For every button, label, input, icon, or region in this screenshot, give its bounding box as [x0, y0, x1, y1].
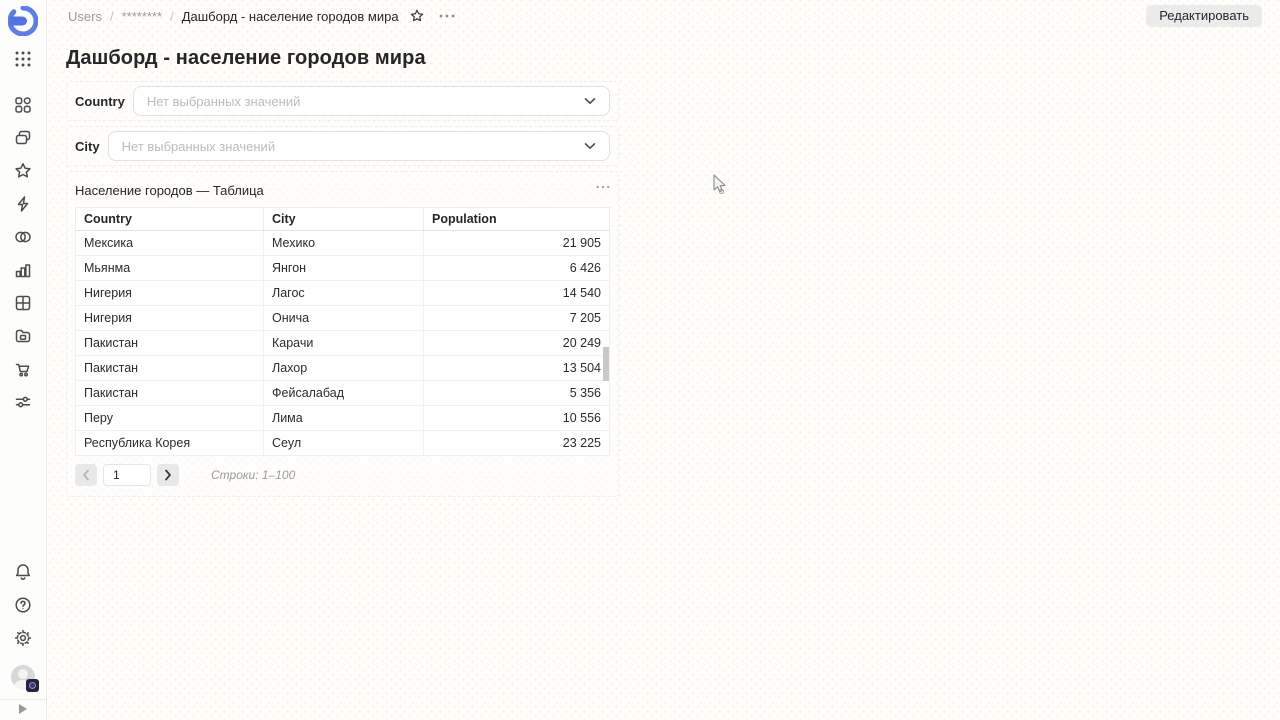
- apps-grid-icon[interactable]: [13, 49, 33, 69]
- table-row: МьянмаЯнгон6 426: [76, 256, 610, 281]
- cell-population: 6 426: [424, 256, 610, 281]
- sidebar-divider: [0, 699, 47, 700]
- cell-city: Лагос: [264, 281, 424, 306]
- dashboards-icon[interactable]: [13, 293, 33, 313]
- breadcrumb-separator: /: [110, 9, 114, 24]
- cell-city: Сеул: [264, 431, 424, 456]
- gallery-icon[interactable]: [13, 326, 33, 346]
- rows-range-label: Строки: 1–100: [211, 468, 295, 482]
- table-row: ПакистанЛахор13 504: [76, 356, 610, 381]
- user-avatar[interactable]: [11, 665, 35, 689]
- favorite-star-icon[interactable]: [409, 8, 425, 24]
- cell-country: Перу: [76, 406, 264, 431]
- cell-population: 10 556: [424, 406, 610, 431]
- sidebar-expand-icon[interactable]: [19, 704, 27, 714]
- cell-population: 21 905: [424, 231, 610, 256]
- cell-country: Мексика: [76, 231, 264, 256]
- column-header-country[interactable]: Country: [76, 208, 264, 231]
- breadcrumb: Users / ******** / Дашборд - население г…: [68, 9, 399, 24]
- cell-population: 5 356: [424, 381, 610, 406]
- sidebar-bottom: [11, 562, 35, 689]
- cell-country: Пакистан: [76, 381, 264, 406]
- breadcrumb-users[interactable]: Users: [68, 9, 102, 24]
- column-header-population[interactable]: Population: [424, 208, 610, 231]
- datalens-logo[interactable]: [8, 6, 38, 36]
- cell-country: Пакистан: [76, 356, 264, 381]
- sidebar: [0, 0, 47, 720]
- cell-city: Лима: [264, 406, 424, 431]
- page-number-input[interactable]: [103, 464, 151, 486]
- notifications-icon[interactable]: [13, 562, 33, 582]
- breadcrumb-current: Дашборд - население городов мира: [182, 9, 399, 24]
- table-scrollbar-thumb[interactable]: [603, 347, 609, 381]
- collections-icon[interactable]: [13, 128, 33, 148]
- edit-button[interactable]: Редактировать: [1146, 5, 1262, 27]
- next-page-button[interactable]: [157, 464, 179, 486]
- page-title: Дашборд - население городов мира: [66, 47, 1280, 70]
- cell-country: Республика Корея: [76, 431, 264, 456]
- table-row: НигерияОнича7 205: [76, 306, 610, 331]
- avatar-service-badge: [26, 679, 39, 692]
- filter-label-country: Country: [75, 94, 125, 109]
- topbar: Users / ******** / Дашборд - население г…: [47, 0, 1280, 32]
- filter-widget-country: Country Нет выбранных значений: [66, 81, 619, 121]
- column-header-city[interactable]: City: [264, 208, 424, 231]
- cell-population: 13 504: [424, 356, 610, 381]
- breadcrumb-folder[interactable]: ********: [122, 9, 162, 24]
- table-widget: Население городов — Таблица Country City…: [66, 171, 619, 497]
- cell-country: Мьянма: [76, 256, 264, 281]
- services-icon[interactable]: [13, 392, 33, 412]
- cell-country: Нигерия: [76, 306, 264, 331]
- cell-population: 23 225: [424, 431, 610, 456]
- widget-more-icon[interactable]: [596, 185, 610, 189]
- country-select[interactable]: Нет выбранных значений: [133, 86, 610, 116]
- cell-city: Янгон: [264, 256, 424, 281]
- filter-widget-city: City Нет выбранных значений: [66, 126, 619, 166]
- table-row: Республика КореяСеул23 225: [76, 431, 610, 456]
- cell-city: Карачи: [264, 331, 424, 356]
- cell-population: 20 249: [424, 331, 610, 356]
- help-icon[interactable]: [13, 595, 33, 615]
- table-row: ПакистанФейсалабад5 356: [76, 381, 610, 406]
- cell-population: 7 205: [424, 306, 610, 331]
- cell-city: Онича: [264, 306, 424, 331]
- city-select[interactable]: Нет выбранных значений: [108, 131, 610, 161]
- population-table: Country City Population МексикаМехико21 …: [75, 207, 610, 456]
- country-select-placeholder: Нет выбранных значений: [147, 94, 301, 109]
- filter-label-city: City: [75, 139, 100, 154]
- objects-grid-icon[interactable]: [13, 95, 33, 115]
- cell-city: Фейсалабад: [264, 381, 424, 406]
- connections-icon[interactable]: [13, 227, 33, 247]
- cell-city: Мехико: [264, 231, 424, 256]
- entry-more-icon[interactable]: [439, 14, 455, 18]
- functions-icon[interactable]: [13, 194, 33, 214]
- settings-gear-icon[interactable]: [13, 628, 33, 648]
- dashboard-content: Дашборд - население городов мира Country…: [47, 32, 1280, 720]
- table-widget-title: Население городов — Таблица: [75, 183, 264, 198]
- prev-page-button[interactable]: [75, 464, 97, 486]
- table-container: Country City Population МексикаМехико21 …: [75, 207, 610, 456]
- table-row: НигерияЛагос14 540: [76, 281, 610, 306]
- city-select-placeholder: Нет выбранных значений: [122, 139, 276, 154]
- chevron-down-icon: [584, 142, 596, 150]
- table-row: ПакистанКарачи20 249: [76, 331, 610, 356]
- cell-city: Лахор: [264, 356, 424, 381]
- charts-icon[interactable]: [13, 260, 33, 280]
- table-body: МексикаМехико21 905МьянмаЯнгон6 426Нигер…: [76, 231, 610, 456]
- table-row: МексикаМехико21 905: [76, 231, 610, 256]
- chevron-down-icon: [584, 97, 596, 105]
- marketplace-icon[interactable]: [13, 359, 33, 379]
- cell-country: Нигерия: [76, 281, 264, 306]
- table-header-row: Country City Population: [76, 208, 610, 231]
- table-row: ПеруЛима10 556: [76, 406, 610, 431]
- table-pagination: Строки: 1–100: [75, 464, 610, 488]
- favorites-icon[interactable]: [13, 161, 33, 181]
- cell-country: Пакистан: [76, 331, 264, 356]
- breadcrumb-separator: /: [170, 9, 174, 24]
- sidebar-nav: [13, 95, 33, 412]
- cell-population: 14 540: [424, 281, 610, 306]
